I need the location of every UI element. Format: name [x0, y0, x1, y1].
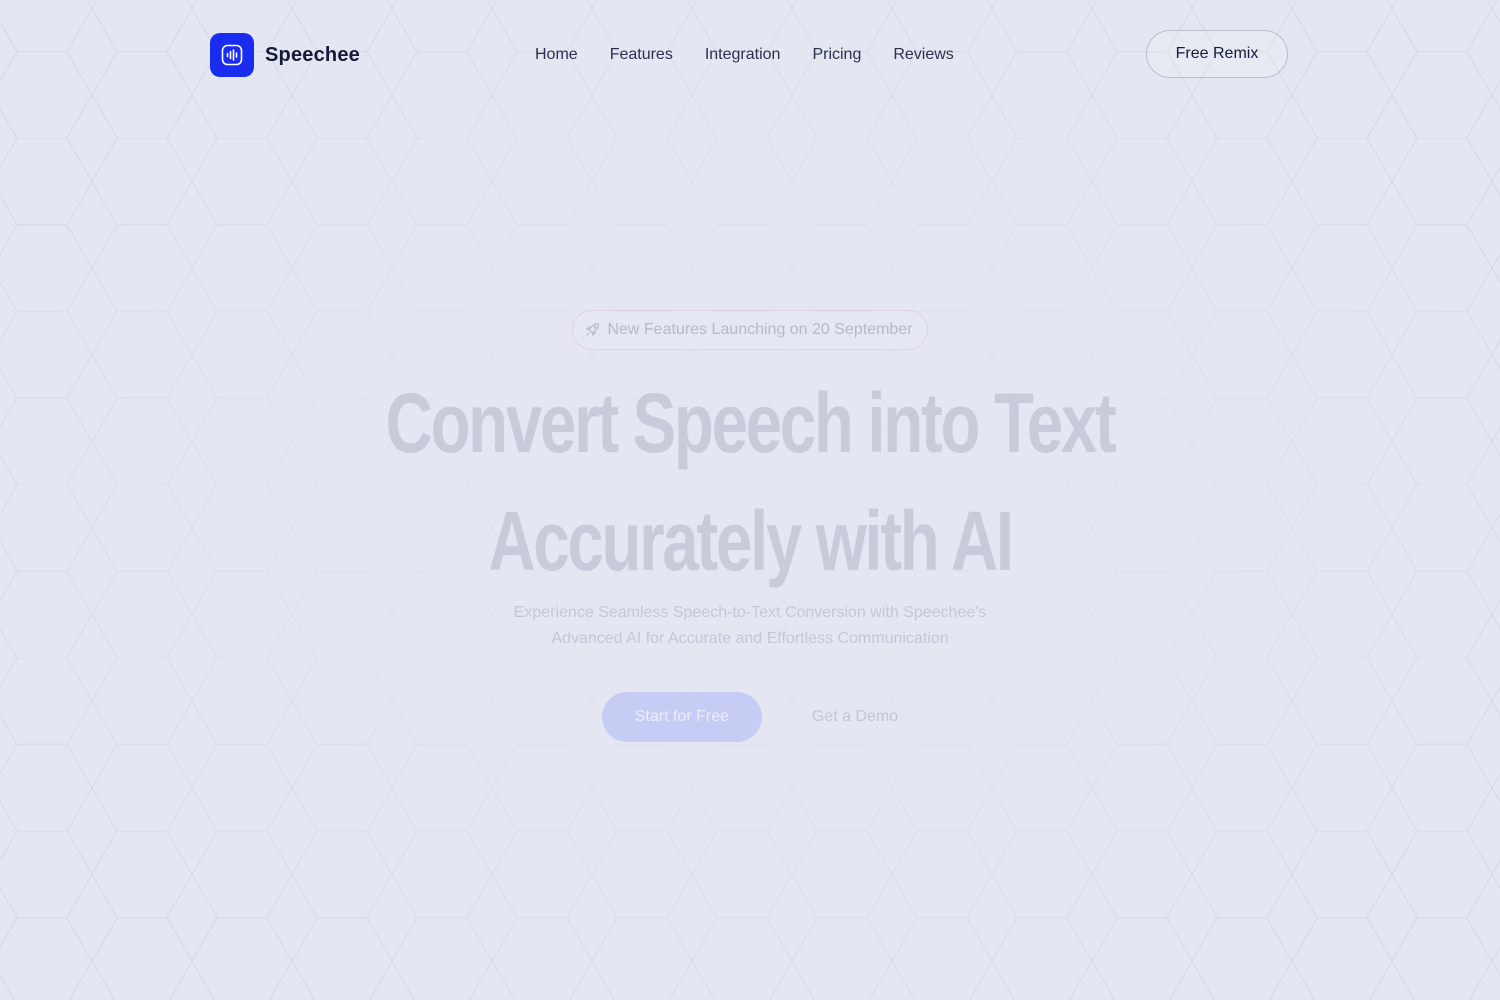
subtitle-line-2: Advanced AI for Accurate and Effortless … [551, 630, 949, 647]
brand-name: Speechee [265, 43, 360, 66]
nav-item-features[interactable]: Features [594, 44, 689, 66]
hero-cta-row: Start for Free Get a Demo [0, 692, 1500, 742]
free-remix-button[interactable]: Free Remix [1146, 30, 1288, 78]
main-nav: Home Features Integration Pricing Review… [519, 44, 970, 66]
nav-item-home[interactable]: Home [519, 44, 594, 66]
hero-section: New Features Launching on 20 September C… [0, 300, 1500, 742]
hero-subtitle: Experience Seamless Speech-to-Text Conve… [470, 600, 1030, 652]
brand-logo[interactable]: Speechee [210, 33, 360, 77]
site-header: Speechee Home Features Integration Prici… [0, 0, 1500, 110]
nav-item-pricing[interactable]: Pricing [796, 44, 877, 66]
nav-item-reviews[interactable]: Reviews [877, 44, 969, 66]
announcement-text: New Features Launching on 20 September [607, 321, 913, 338]
headline-line-2: Accurately with AI [488, 494, 1014, 588]
rocket-icon [583, 321, 601, 339]
subtitle-line-1: Experience Seamless Speech-to-Text Conve… [513, 604, 987, 621]
announcement-badge[interactable]: New Features Launching on 20 September [572, 310, 928, 350]
hero-headline: Convert Speech into Text Accurately with… [360, 364, 1140, 600]
landing-page: Speechee Home Features Integration Prici… [0, 0, 1500, 1000]
headline-line-1: Convert Speech into Text [385, 376, 1116, 470]
sound-wave-icon [210, 33, 254, 77]
start-for-free-button[interactable]: Start for Free [601, 692, 762, 742]
nav-item-integration[interactable]: Integration [689, 44, 797, 66]
get-a-demo-button[interactable]: Get a Demo [812, 708, 898, 726]
